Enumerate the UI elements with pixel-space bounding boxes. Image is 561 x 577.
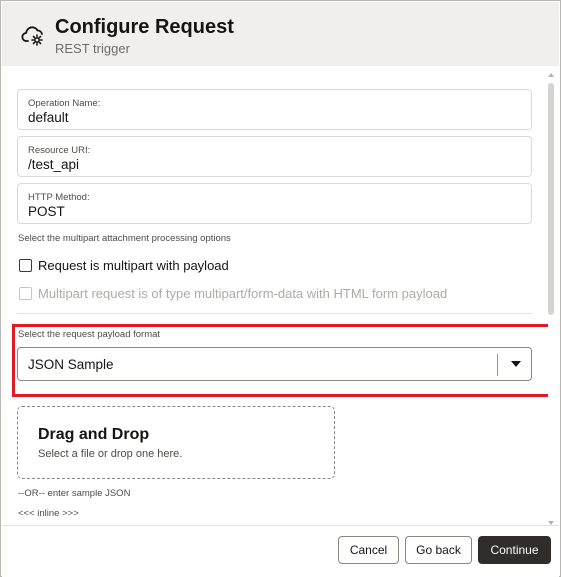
cancel-button[interactable]: Cancel <box>338 536 399 564</box>
dialog-body: Operation Name: default Resource URI: /t… <box>2 67 548 525</box>
resource-uri-value[interactable]: /test_api <box>28 157 79 172</box>
dialog-subtitle: REST trigger <box>55 41 130 56</box>
or-enter-sample-text: --OR-- enter sample JSON <box>18 488 131 499</box>
dropzone-subtitle: Select a file or drop one here. <box>38 448 183 460</box>
select-separator <box>497 354 498 376</box>
dialog-header: Configure Request REST trigger <box>2 2 559 66</box>
continue-button[interactable]: Continue <box>478 536 551 564</box>
formdata-checkbox <box>19 286 32 300</box>
resource-uri-label: Resource URI: <box>28 145 91 156</box>
dialog-footer: Cancel Go back Continue <box>2 525 559 577</box>
scroll-thumb[interactable] <box>548 83 554 315</box>
formdata-checkbox-row: Multipart request is of type multipart/f… <box>19 285 447 301</box>
multipart-checkbox[interactable] <box>19 258 32 272</box>
formdata-checkbox-label: Multipart request is of type multipart/f… <box>38 285 448 301</box>
inline-link[interactable]: <<< inline >>> <box>18 508 79 519</box>
http-method-field[interactable]: HTTP Method: POST <box>17 183 532 224</box>
operation-name-field[interactable]: Operation Name: default <box>17 89 532 130</box>
payload-format-select[interactable]: JSON Sample <box>17 347 532 381</box>
http-method-label: HTTP Method: <box>28 192 90 203</box>
section-divider <box>17 313 532 314</box>
dialog-title: Configure Request <box>55 16 234 38</box>
payload-format-label: Select the request payload format <box>18 329 161 340</box>
chevron-down-icon[interactable] <box>511 361 521 367</box>
cloud-gear-icon <box>21 26 43 46</box>
go-back-button[interactable]: Go back <box>405 536 472 564</box>
file-dropzone[interactable]: Drag and Drop Select a file or drop one … <box>17 406 335 479</box>
operation-name-label: Operation Name: <box>28 98 101 109</box>
http-method-value[interactable]: POST <box>28 204 65 219</box>
payload-format-value[interactable]: JSON Sample <box>28 357 114 372</box>
dropzone-title: Drag and Drop <box>38 426 150 443</box>
scroll-up-arrow-icon[interactable] <box>548 73 554 77</box>
vertical-scrollbar[interactable] <box>547 73 555 525</box>
configure-request-dialog: Configure Request REST trigger Operation… <box>0 0 561 577</box>
multipart-checkbox-row[interactable]: Request is multipart with payload <box>19 257 229 273</box>
multipart-helper-text: Select the multipart attachment processi… <box>18 233 231 244</box>
multipart-checkbox-label[interactable]: Request is multipart with payload <box>38 258 229 273</box>
operation-name-value[interactable]: default <box>28 110 69 125</box>
resource-uri-field[interactable]: Resource URI: /test_api <box>17 136 532 177</box>
